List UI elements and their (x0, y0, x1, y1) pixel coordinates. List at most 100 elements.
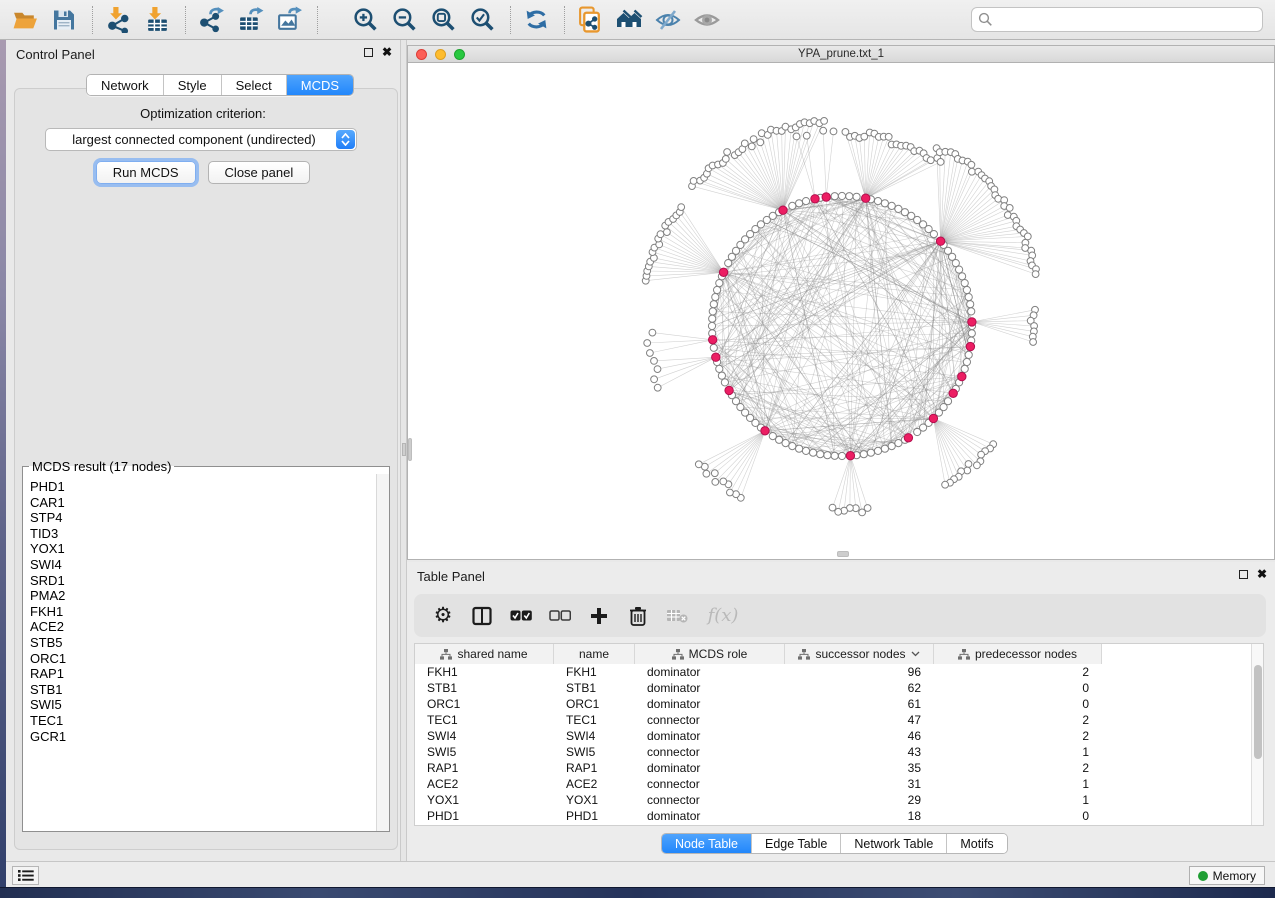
network-node[interactable] (974, 462, 981, 469)
network-node[interactable] (914, 428, 921, 435)
table-row[interactable]: SWI4SWI4dominator462 (415, 728, 1251, 744)
show-details-button[interactable] (692, 5, 722, 35)
mcds-hub-node[interactable] (712, 353, 720, 361)
save-session-button[interactable] (49, 5, 79, 35)
mcds-result-item[interactable]: STB5 (30, 635, 375, 651)
mcds-hub-node[interactable] (761, 427, 769, 435)
mcds-hub-node[interactable] (936, 237, 944, 245)
deselect-all-button[interactable] (547, 603, 573, 629)
tab-mcds[interactable]: MCDS (287, 75, 353, 95)
network-node[interactable] (664, 229, 671, 236)
network-node[interactable] (649, 329, 656, 336)
mcds-hub-node[interactable] (966, 342, 974, 350)
network-node[interactable] (961, 280, 968, 287)
mcds-hub-node[interactable] (949, 389, 957, 397)
network-node[interactable] (888, 443, 895, 450)
network-node[interactable] (789, 443, 796, 450)
column-header-shared-name[interactable]: shared name (415, 644, 554, 664)
network-node[interactable] (810, 449, 817, 456)
table-row[interactable]: PHD1PHD1dominator180 (415, 808, 1251, 824)
network-node[interactable] (712, 479, 719, 486)
import-network-button[interactable] (103, 5, 133, 35)
mcds-hub-node[interactable] (968, 318, 976, 326)
table-scrollbar-thumb[interactable] (1254, 665, 1262, 759)
network-node[interactable] (956, 266, 963, 273)
network-node[interactable] (721, 379, 728, 386)
network-file-button[interactable] (575, 5, 605, 35)
network-node[interactable] (859, 509, 866, 516)
network-node[interactable] (718, 372, 725, 379)
network-node[interactable] (824, 452, 831, 459)
column-header-successor-nodes[interactable]: successor nodes (785, 644, 934, 664)
network-node[interactable] (885, 133, 892, 140)
network-node[interactable] (1006, 205, 1013, 212)
delete-row-button[interactable] (625, 603, 651, 629)
network-node[interactable] (750, 136, 757, 143)
memory-button[interactable]: Memory (1189, 866, 1265, 885)
table-row[interactable]: ACE2ACE2connector311 (415, 776, 1251, 792)
mcds-result-item[interactable]: SWI4 (30, 557, 375, 573)
network-node[interactable] (968, 330, 975, 337)
network-node[interactable] (968, 308, 975, 315)
mcds-hub-node[interactable] (862, 194, 870, 202)
mcds-result-item[interactable]: YOX1 (30, 541, 375, 557)
first-neighbors-button[interactable] (614, 5, 644, 35)
table-row[interactable]: RAP1RAP1dominator352 (415, 760, 1251, 776)
mcds-hub-node[interactable] (779, 206, 787, 214)
network-node[interactable] (874, 447, 881, 454)
network-node[interactable] (769, 433, 776, 440)
network-canvas[interactable] (408, 63, 1274, 559)
mcds-result-item[interactable]: RAP1 (30, 666, 375, 682)
network-node[interactable] (969, 168, 976, 175)
network-node[interactable] (978, 451, 985, 458)
network-node[interactable] (942, 481, 949, 488)
network-node[interactable] (1024, 233, 1031, 240)
network-node[interactable] (724, 149, 731, 156)
export-image-button[interactable] (274, 5, 304, 35)
refresh-button[interactable] (521, 5, 551, 35)
network-node[interactable] (959, 273, 966, 280)
network-node[interactable] (711, 470, 718, 477)
network-node[interactable] (757, 139, 764, 146)
select-all-button[interactable] (508, 603, 534, 629)
panel-splitter[interactable] (400, 40, 407, 861)
table-scrollbar[interactable] (1251, 644, 1263, 825)
network-node[interactable] (716, 280, 723, 287)
tab-network[interactable]: Network (87, 75, 164, 95)
mcds-hub-node[interactable] (811, 195, 819, 203)
run-mcds-button[interactable]: Run MCDS (96, 161, 196, 184)
export-network-button[interactable] (196, 5, 226, 35)
table-tab-network-table[interactable]: Network Table (841, 834, 947, 853)
mcds-result-item[interactable]: STB1 (30, 682, 375, 698)
network-node[interactable] (802, 198, 809, 205)
network-node[interactable] (937, 159, 944, 166)
mcds-hub-node[interactable] (725, 386, 733, 394)
network-node[interactable] (964, 467, 971, 474)
search-input[interactable] (998, 10, 1256, 30)
network-node[interactable] (965, 294, 972, 301)
close-panel-icon[interactable]: ✖ (382, 47, 392, 58)
close-panel-icon[interactable]: ✖ (1257, 569, 1267, 580)
mcds-hub-node[interactable] (846, 452, 854, 460)
network-node[interactable] (930, 231, 937, 238)
network-node[interactable] (965, 351, 972, 358)
network-horizontal-scrollbar[interactable] (837, 551, 849, 557)
mcds-result-item[interactable]: STP4 (30, 510, 375, 526)
network-node[interactable] (703, 470, 710, 477)
column-header-MCDS-role[interactable]: MCDS role (635, 644, 785, 664)
zoom-out-button[interactable] (389, 5, 419, 35)
network-node[interactable] (712, 294, 719, 301)
network-node[interactable] (789, 202, 796, 209)
mcds-result-scrollbar[interactable] (376, 474, 389, 831)
network-node[interactable] (708, 322, 715, 329)
add-row-button[interactable] (586, 603, 612, 629)
network-node[interactable] (817, 451, 824, 458)
mcds-result-item[interactable]: ORC1 (30, 651, 375, 667)
network-node[interactable] (895, 440, 902, 447)
network-node[interactable] (846, 193, 853, 200)
close-panel-button[interactable]: Close panel (208, 161, 311, 184)
tab-style[interactable]: Style (164, 75, 222, 95)
table-tab-node-table[interactable]: Node Table (662, 834, 752, 853)
network-node[interactable] (722, 156, 729, 163)
network-node[interactable] (927, 157, 934, 164)
